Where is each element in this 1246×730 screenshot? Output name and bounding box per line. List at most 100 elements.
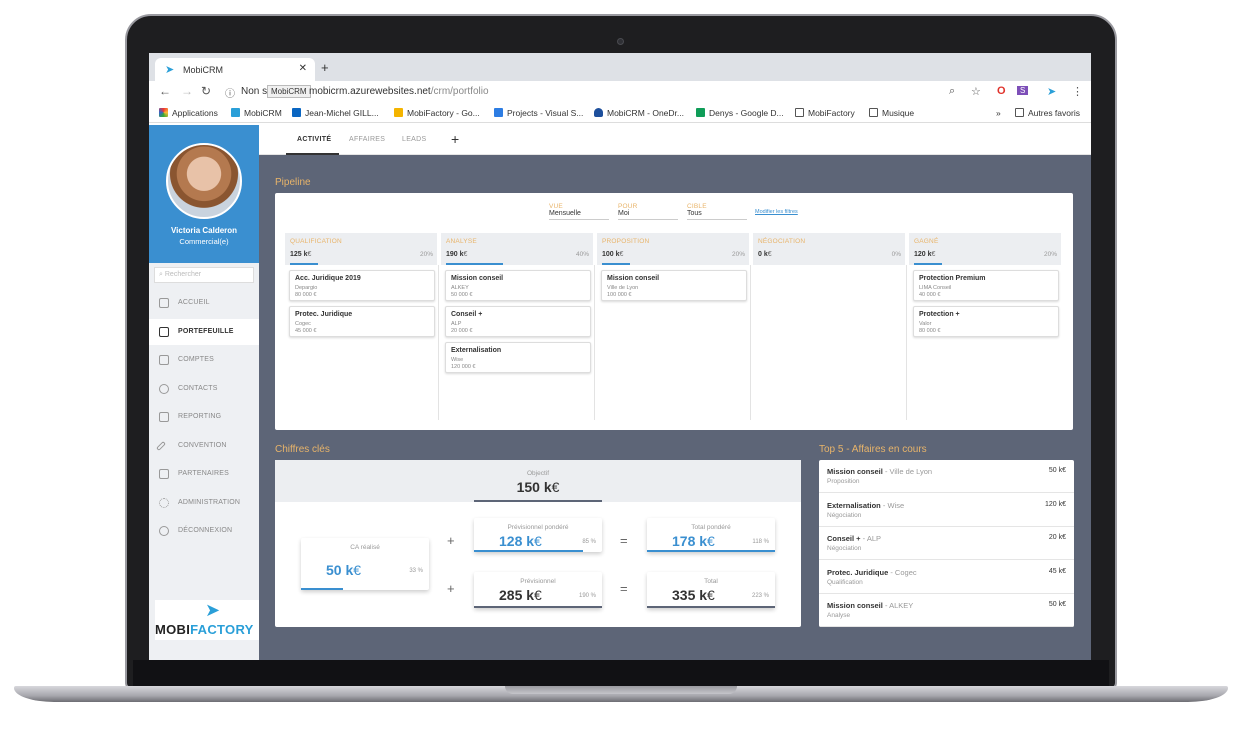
deal-card[interactable]: Protec. Juridique Cogec 45 000 €: [289, 306, 435, 337]
modify-filters-link[interactable]: Modifier les filtres: [755, 209, 798, 215]
bookmark-item[interactable]: Applications: [159, 108, 218, 118]
pipeline-column: NÉGOCIATION 0 k€ 0%: [750, 233, 905, 423]
security-label: Non s: [241, 86, 268, 97]
more-bookmarks-icon[interactable]: »: [996, 108, 1001, 118]
deal-client: Ville de Lyon: [607, 285, 639, 291]
top5-item-title: Mission conseil - Ville de Lyon: [827, 467, 932, 476]
deal-card[interactable]: Mission conseil Ville de Lyon 100 000 €: [601, 270, 747, 301]
deal-card[interactable]: Protection + Valor 80 000 €: [913, 306, 1059, 337]
laptop-notch: [505, 686, 737, 694]
top5-item-amount: 50 k€: [1048, 601, 1066, 608]
deal-amount: 45 000 €: [295, 328, 317, 334]
deal-name: Conseil +: [451, 311, 483, 318]
sidebar-item-deconnexion[interactable]: DÉCONNEXION: [149, 518, 259, 544]
mobicrm-extension-icon[interactable]: ➤: [1047, 85, 1056, 98]
search-input[interactable]: ⌕ Rechercher: [154, 267, 254, 283]
tab-affaires[interactable]: AFFAIRES: [349, 136, 385, 143]
drive-icon: [696, 108, 705, 117]
tab-activite[interactable]: ACTIVITÉ: [297, 136, 331, 143]
column-value: 0 k€: [758, 251, 772, 258]
top5-item[interactable]: Protec. Juridique - Cogec Qualification 45…: [819, 561, 1074, 594]
column-percent: 0%: [891, 251, 901, 258]
profile-panel: Victoria Calderon Commercial(e): [149, 125, 259, 263]
logo-text-part1: MOBI: [155, 622, 191, 637]
sidebar-item-convention[interactable]: CONVENTION: [149, 433, 259, 459]
deal-card[interactable]: Conseil + ALP 20 000 €: [445, 306, 591, 337]
sidebar-item-accueil[interactable]: ACCUEIL: [149, 290, 259, 316]
new-tab-icon[interactable]: +: [321, 60, 329, 75]
filter-vue[interactable]: VUE Mensuelle: [549, 203, 609, 220]
bookmark-item[interactable]: Denys - Google D...: [696, 108, 784, 118]
sidebar-item-comptes[interactable]: COMPTES: [149, 347, 259, 373]
avatar[interactable]: [166, 143, 242, 219]
pipeline-column: GAGNÉ 120 k€ 20% Protection Premium LIMA Con…: [906, 233, 1061, 423]
top5-item-title: Protec. Juridique - Cogec: [827, 568, 917, 577]
address-bar[interactable]: ⓘ Non s MobiCRM mobicrm.azurewebsites.ne…: [221, 84, 981, 100]
sidebar-item-administration[interactable]: ADMINISTRATION: [149, 490, 259, 516]
bookmark-star-icon[interactable]: ☆: [971, 85, 981, 98]
filter-pour[interactable]: POUR Moi: [618, 203, 678, 220]
profile-name: Victoria Calderon: [170, 226, 238, 235]
forward-icon[interactable]: →: [181, 84, 193, 98]
column-progress-bar: [446, 263, 503, 265]
kpi-value: 50 k€: [326, 562, 361, 578]
handshake-icon: [159, 469, 169, 479]
sidebar-item-partenaires[interactable]: PARTENAIRES: [149, 461, 259, 487]
top5-title: Top 5 - Affaires en cours: [819, 444, 927, 455]
app-tabbar: ACTIVITÉ AFFAIRES LEADS +: [259, 125, 1091, 155]
top5-item-amount: 120 k€: [1044, 500, 1066, 508]
kpi-value: 285 k€: [499, 587, 542, 603]
kpi-label: Prévisionnel pondéré: [507, 524, 569, 531]
kpi-percent: 118 %: [752, 539, 769, 545]
reload-icon[interactable]: ↻: [201, 84, 211, 98]
bookmark-item[interactable]: MobiCRM: [231, 108, 282, 118]
filter-cible[interactable]: CIBLE Tous: [687, 203, 747, 220]
screen: ➤ MobiCRM ✕ + ← → ↻ ⓘ Non s MobiCRM mobi…: [149, 53, 1091, 660]
back-icon[interactable]: ←: [159, 84, 171, 98]
bookmark-item[interactable]: MobiFactory - Go...: [394, 108, 480, 118]
top5-item-amount: 45 k€: [1048, 567, 1066, 575]
deal-card[interactable]: Acc. Juridique 2019 Depargio 80 000 €: [289, 270, 435, 301]
profile-role: Commercial(e): [179, 237, 229, 246]
top5-item-stage: Qualification: [827, 578, 863, 586]
deal-card[interactable]: Externalisation Wise 120 000 €: [445, 342, 591, 373]
zoom-search-icon[interactable]: ⌕: [949, 85, 955, 98]
linkedin-icon: [292, 108, 301, 117]
menu-icon[interactable]: ⋮: [1072, 85, 1083, 98]
pen-icon: [156, 441, 166, 451]
column-percent: 40%: [575, 251, 589, 258]
opera-extension-icon[interactable]: O: [997, 85, 1006, 97]
deal-card[interactable]: Protection Premium LIMA Conseil 40 000 €: [913, 270, 1059, 301]
sidebar-item-contacts[interactable]: CONTACTS: [149, 376, 259, 402]
kpi-percent: 33 %: [409, 568, 423, 574]
top5-item[interactable]: Conseil + - ALP Négociation 20 k€: [819, 527, 1074, 560]
tab-leads[interactable]: LEADS: [402, 136, 426, 143]
sidebar-item-portefeuille[interactable]: PORTEFEUILLE: [149, 319, 259, 345]
add-tab-button[interactable]: +: [451, 131, 459, 147]
top5-item[interactable]: Mission conseil - Ville de Lyon Propositi…: [819, 460, 1074, 493]
deal-card[interactable]: Mission conseil ALKEY 50 000 €: [445, 270, 591, 301]
bookmark-label: Projects - Visual S...: [507, 108, 584, 118]
column-unit: €: [931, 251, 936, 258]
kpi-progress-bar: [474, 606, 602, 608]
bookmark-item[interactable]: MobiCRM - OneDr...: [594, 108, 684, 118]
bookmark-label: Musique: [882, 108, 915, 118]
user-icon: [159, 384, 169, 394]
top5-item[interactable]: Externalisation - Wise Négociation 120 k€: [819, 494, 1074, 527]
close-tab-icon[interactable]: ✕: [299, 63, 307, 74]
top5-item-name: Protec. Juridique: [827, 567, 889, 577]
top5-item[interactable]: Mission conseil - ALKEY Analyse 50 k€: [819, 594, 1074, 627]
euro-unit: €: [534, 587, 542, 603]
browser-tab[interactable]: ➤ MobiCRM ✕: [155, 58, 315, 81]
other-bookmarks[interactable]: Autres favoris: [1015, 108, 1080, 118]
key-figures-title: Chiffres clés: [275, 444, 330, 455]
bookmark-item[interactable]: Projects - Visual S...: [494, 108, 583, 118]
sidebar-item-reporting[interactable]: REPORTING: [149, 404, 259, 430]
logo-text: MOBIFACTORY: [155, 622, 254, 637]
browser-toolbar: ← → ↻ ⓘ Non s MobiCRM mobicrm.azurewebsi…: [149, 81, 1091, 103]
s-extension-icon[interactable]: S: [1017, 86, 1029, 95]
bookmark-item[interactable]: Musique: [869, 108, 914, 118]
column-name: GAGNÉ: [914, 238, 939, 245]
bookmark-item[interactable]: MobiFactory: [795, 108, 855, 118]
bookmark-item[interactable]: Jean-Michel GILL...: [292, 108, 379, 118]
